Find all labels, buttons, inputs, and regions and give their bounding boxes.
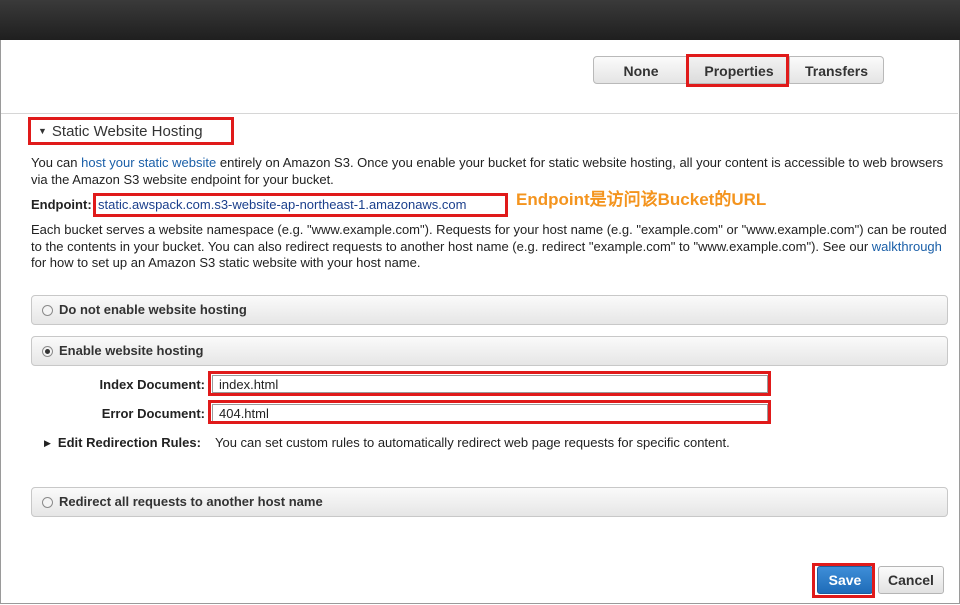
- walkthrough-link[interactable]: walkthrough: [872, 239, 942, 254]
- option-enable-label: Enable website hosting: [59, 343, 204, 358]
- tab-none[interactable]: None: [593, 56, 689, 84]
- index-document-input[interactable]: [212, 375, 768, 393]
- namespace-text-pre: Each bucket serves a website namespace (…: [31, 222, 947, 254]
- namespace-paragraph: Each bucket serves a website namespace (…: [31, 222, 951, 272]
- collapse-triangle-icon: ▼: [38, 126, 47, 136]
- radio-enable-hosting[interactable]: [42, 346, 53, 357]
- section-header-static-website-hosting[interactable]: ▼ Static Website Hosting: [38, 123, 203, 140]
- index-document-label: Index Document:: [99, 377, 205, 392]
- option-enable-hosting[interactable]: Enable website hosting: [31, 336, 948, 366]
- host-static-website-link[interactable]: host your static website: [81, 155, 216, 170]
- option-disable-hosting[interactable]: Do not enable website hosting: [31, 295, 948, 325]
- tab-properties[interactable]: Properties: [689, 56, 790, 84]
- top-bar: [0, 0, 960, 41]
- endpoint-label: Endpoint:: [31, 197, 92, 212]
- edit-redirection-rules-label: Edit Redirection Rules:: [57, 435, 201, 450]
- radio-disable-hosting[interactable]: [42, 305, 53, 316]
- radio-redirect-requests[interactable]: [42, 497, 53, 508]
- option-redirect-requests[interactable]: Redirect all requests to another host na…: [31, 487, 948, 517]
- tab-transfers[interactable]: Transfers: [790, 56, 884, 84]
- cancel-button[interactable]: Cancel: [878, 566, 944, 594]
- error-document-input[interactable]: [212, 404, 768, 422]
- namespace-text-post: for how to set up an Amazon S3 static we…: [31, 255, 421, 270]
- edit-redirection-rules-toggle[interactable]: ▶ Edit Redirection Rules:: [44, 435, 201, 450]
- option-disable-label: Do not enable website hosting: [59, 302, 247, 317]
- view-tabs: None Properties Transfers: [593, 56, 884, 86]
- intro-paragraph: You can host your static website entirel…: [31, 155, 951, 188]
- error-document-label: Error Document:: [101, 406, 205, 421]
- expand-triangle-icon: ▶: [44, 438, 51, 448]
- endpoint-annotation: Endpoint是访问该Bucket的URL: [516, 190, 767, 209]
- divider: [1, 113, 958, 114]
- save-button[interactable]: Save: [817, 566, 873, 594]
- redirection-description: You can set custom rules to automaticall…: [215, 435, 730, 450]
- option-redirect-label: Redirect all requests to another host na…: [59, 494, 323, 509]
- section-title: Static Website Hosting: [51, 123, 203, 140]
- endpoint-url[interactable]: static.awspack.com.s3-website-ap-northea…: [98, 197, 466, 212]
- intro-text-pre: You can: [31, 155, 82, 170]
